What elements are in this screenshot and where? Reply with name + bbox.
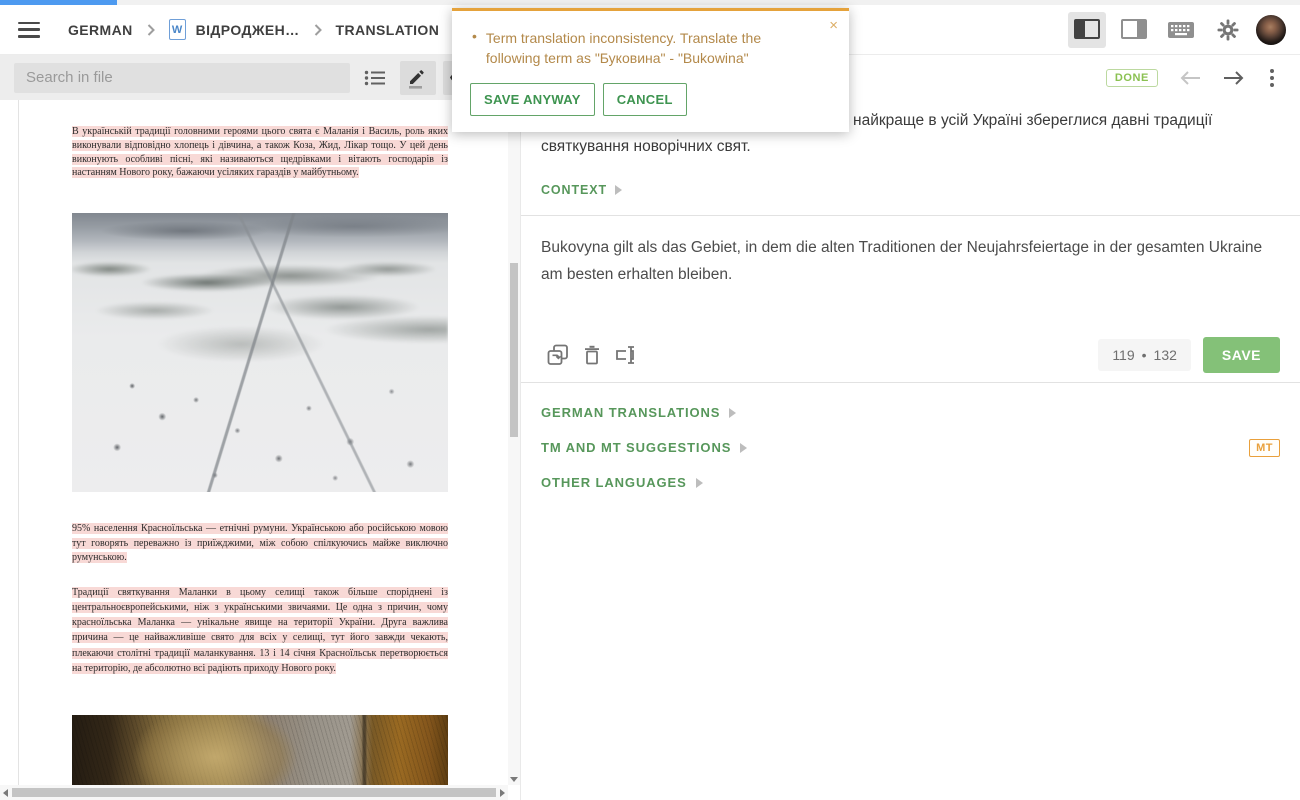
section-german-translations[interactable]: GERMAN TRANSLATIONS [521, 395, 1300, 430]
document-preview-panel: В українській традиції головними героями… [0, 55, 520, 800]
horizontal-scrollbar[interactable] [0, 785, 508, 800]
loading-strip [0, 0, 1300, 5]
expand-triangle-icon [729, 408, 736, 418]
warning-message: Term translation inconsistency. Translat… [486, 28, 807, 68]
source-count: 119 [1112, 347, 1134, 363]
menu-icon[interactable] [18, 22, 40, 38]
section-label: GERMAN TRANSLATIONS [541, 405, 720, 420]
settings-button[interactable] [1209, 12, 1247, 48]
clear-formatting-button[interactable] [609, 341, 643, 369]
word-doc-icon: W [169, 19, 186, 40]
vertical-scrollbar-thumb[interactable] [510, 263, 518, 437]
breadcrumb-file[interactable]: W ВІДРОДЖЕН… [169, 19, 300, 40]
section-tm-mt-suggestions[interactable]: TM AND MT SUGGESTIONS MT [521, 430, 1300, 465]
vertical-scrollbar[interactable] [508, 100, 520, 785]
term-warning-popup: × • Term translation inconsistency. Tran… [452, 8, 849, 132]
preview-toolbar [0, 55, 520, 100]
scroll-left-arrow-icon[interactable] [3, 789, 8, 797]
layout-left-icon [1074, 19, 1100, 41]
document-segment[interactable]: Традиції святкування Маланки в цьому сел… [72, 585, 448, 676]
trash-icon [582, 345, 602, 366]
user-avatar[interactable] [1256, 15, 1286, 45]
section-other-languages[interactable]: OTHER LANGUAGES [521, 465, 1300, 500]
copy-source-button[interactable] [541, 341, 575, 369]
breadcrumb-language[interactable]: GERMAN [68, 22, 133, 38]
page-margin-line [18, 100, 19, 785]
horizontal-scrollbar-thumb[interactable] [12, 788, 496, 797]
pencil-icon [407, 66, 429, 90]
save-button[interactable]: SAVE [1203, 337, 1280, 373]
layout-right-button[interactable] [1115, 12, 1153, 48]
list-view-button[interactable] [357, 61, 393, 95]
context-label: CONTEXT [541, 183, 607, 197]
aerial-winter-village-photo [72, 213, 448, 492]
target-count: 132 [1154, 347, 1177, 363]
bullet-icon: • [472, 28, 477, 68]
breadcrumb-file-label: ВІДРОДЖЕН… [196, 22, 300, 38]
search-input[interactable] [14, 63, 350, 93]
scroll-right-arrow-icon[interactable] [500, 789, 505, 797]
copy-source-icon [547, 344, 569, 366]
gear-icon [1216, 18, 1240, 42]
translation-actions: 119 • 132 SAVE [541, 336, 1280, 374]
chevron-right-icon [314, 24, 322, 36]
scroll-down-arrow-icon[interactable] [510, 777, 518, 782]
keyboard-shortcuts-button[interactable] [1162, 12, 1200, 48]
cancel-button[interactable]: CANCEL [603, 83, 687, 116]
section-label: OTHER LANGUAGES [541, 475, 687, 490]
breadcrumb-section[interactable]: TRANSLATION [336, 22, 440, 38]
previous-string-button[interactable] [1178, 69, 1202, 87]
layout-right-icon [1121, 19, 1147, 41]
clear-formatting-icon [614, 345, 638, 365]
barn-hay-interior-photo [72, 715, 448, 785]
list-view-icon [364, 69, 386, 87]
layout-left-button[interactable] [1068, 12, 1106, 48]
save-anyway-button[interactable]: SAVE ANYWAY [470, 83, 595, 116]
mt-badge: MT [1249, 439, 1280, 457]
expand-triangle-icon [696, 478, 703, 488]
translation-editor-panel: DONE Буковина вважається територією, де … [520, 55, 1300, 800]
close-icon[interactable]: × [827, 16, 840, 35]
expand-triangle-icon [740, 443, 747, 453]
expand-triangle-icon [615, 185, 622, 195]
divider [521, 382, 1300, 383]
keyboard-icon [1168, 22, 1194, 38]
arrow-left-icon [1178, 69, 1202, 87]
delete-translation-button[interactable] [575, 341, 609, 369]
character-counter: 119 • 132 [1098, 339, 1191, 371]
document-segment[interactable]: В українській традиції головними героями… [72, 125, 448, 180]
progress-bar [0, 0, 117, 5]
edit-mode-button[interactable] [400, 61, 436, 95]
section-label: TM AND MT SUGGESTIONS [541, 440, 731, 455]
document-segment[interactable]: 95% населення Красноїльська — етнічні ру… [72, 522, 448, 566]
arrow-right-icon [1222, 69, 1246, 87]
next-string-button[interactable] [1222, 69, 1246, 87]
document-preview: В українській традиції головними героями… [0, 100, 508, 785]
translation-input[interactable]: Bukovyna gilt als das Gebiet, in dem die… [541, 234, 1278, 334]
done-button[interactable]: DONE [1106, 69, 1158, 87]
more-options-icon[interactable] [1266, 65, 1278, 91]
counter-separator: • [1142, 347, 1147, 363]
chevron-right-icon [147, 24, 155, 36]
context-toggle[interactable]: CONTEXT [541, 183, 1280, 197]
divider [521, 215, 1300, 216]
